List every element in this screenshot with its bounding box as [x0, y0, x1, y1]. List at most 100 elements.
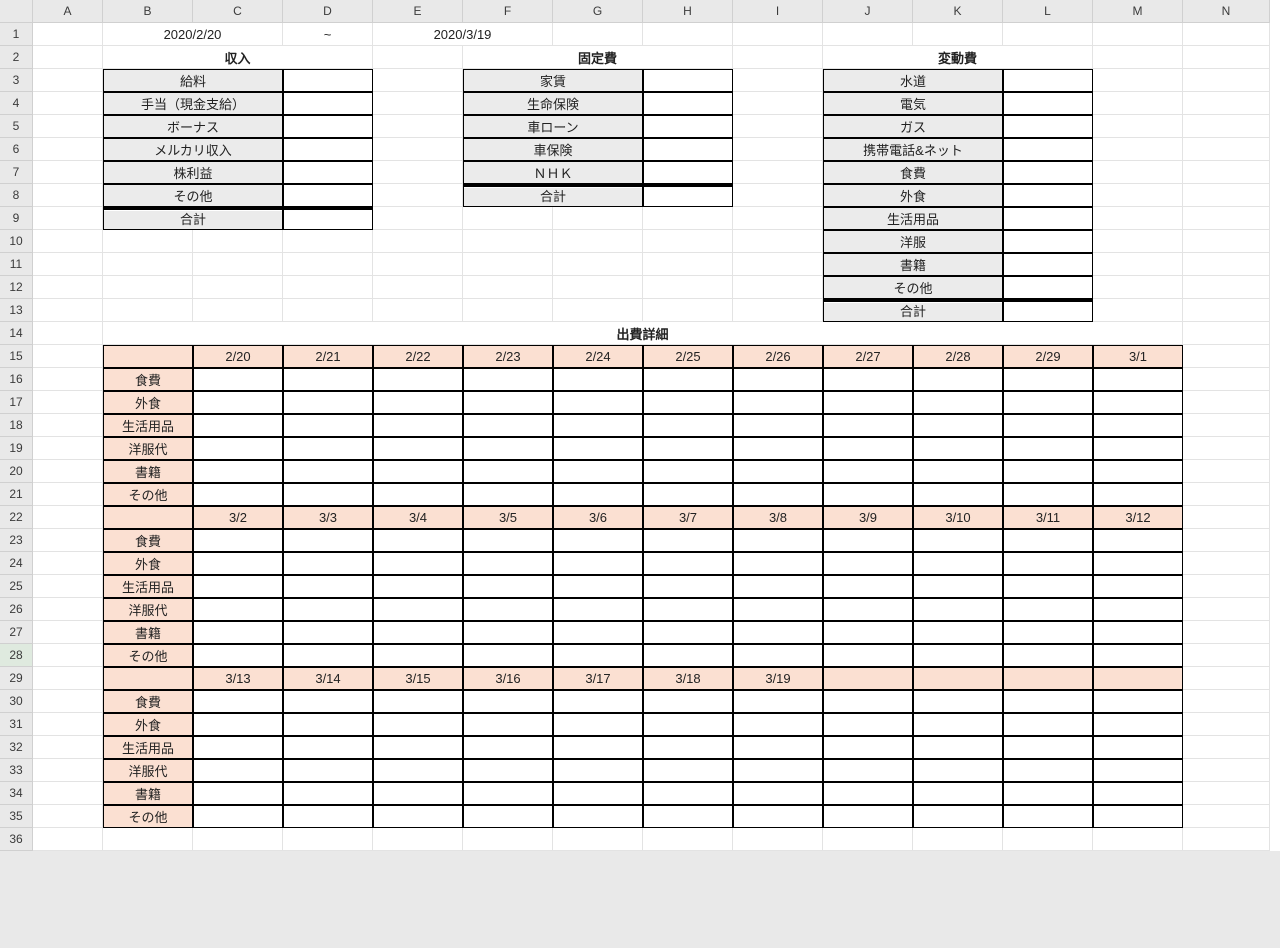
cell[interactable]: [1183, 368, 1270, 391]
detail-cell[interactable]: [823, 460, 913, 483]
cell[interactable]: [33, 230, 103, 253]
cell[interactable]: [1183, 529, 1270, 552]
cell[interactable]: [1003, 828, 1093, 851]
detail-cell[interactable]: [643, 460, 733, 483]
row-header[interactable]: 24: [0, 552, 33, 575]
detail-cell[interactable]: [823, 736, 913, 759]
detail-cell[interactable]: [463, 368, 553, 391]
detail-cell[interactable]: [193, 391, 283, 414]
detail-cell[interactable]: [643, 368, 733, 391]
detail-cell[interactable]: [913, 575, 1003, 598]
detail-cell[interactable]: [913, 644, 1003, 667]
cell[interactable]: [1093, 253, 1183, 276]
variable-row-label[interactable]: 水道: [823, 69, 1003, 92]
detail-cell[interactable]: [1003, 529, 1093, 552]
cell[interactable]: [733, 69, 823, 92]
detail-cell[interactable]: [823, 368, 913, 391]
variable-row-value[interactable]: [1003, 207, 1093, 230]
detail-cell[interactable]: [553, 644, 643, 667]
detail-cell[interactable]: [553, 460, 643, 483]
cell[interactable]: [1093, 276, 1183, 299]
detail-date[interactable]: 3/12: [1093, 506, 1183, 529]
cell[interactable]: [733, 184, 823, 207]
row-header[interactable]: 13: [0, 299, 33, 322]
detail-date[interactable]: 2/29: [1003, 345, 1093, 368]
detail-date[interactable]: 3/9: [823, 506, 913, 529]
cell[interactable]: [823, 23, 913, 46]
detail-cell[interactable]: [913, 460, 1003, 483]
cell[interactable]: [733, 230, 823, 253]
detail-cell[interactable]: [373, 759, 463, 782]
cell[interactable]: [733, 207, 823, 230]
row-header[interactable]: 18: [0, 414, 33, 437]
detail-cell[interactable]: [733, 437, 823, 460]
fixed-total-label[interactable]: 合計: [463, 184, 643, 207]
cell[interactable]: [1093, 207, 1183, 230]
variable-row-value[interactable]: [1003, 69, 1093, 92]
cell[interactable]: [1003, 23, 1093, 46]
detail-cell[interactable]: [283, 805, 373, 828]
detail-cell[interactable]: [823, 690, 913, 713]
cell[interactable]: [33, 782, 103, 805]
detail-date[interactable]: 3/15: [373, 667, 463, 690]
detail-date[interactable]: 3/16: [463, 667, 553, 690]
detail-category[interactable]: その他: [103, 805, 193, 828]
detail-cell[interactable]: [643, 644, 733, 667]
detail-cell[interactable]: [373, 713, 463, 736]
detail-cell[interactable]: [1093, 529, 1183, 552]
income-row-label[interactable]: 手当（現金支給）: [103, 92, 283, 115]
cell[interactable]: [373, 138, 463, 161]
cell[interactable]: [1093, 299, 1183, 322]
row-header[interactable]: 29: [0, 667, 33, 690]
cell[interactable]: [1183, 345, 1270, 368]
cell[interactable]: [643, 23, 733, 46]
detail-cell[interactable]: [733, 782, 823, 805]
detail-cell[interactable]: [1003, 552, 1093, 575]
detail-cell[interactable]: [373, 552, 463, 575]
variable-row-label[interactable]: 食費: [823, 161, 1003, 184]
cell[interactable]: [33, 828, 103, 851]
variable-row-label[interactable]: 電気: [823, 92, 1003, 115]
detail-cell[interactable]: [283, 713, 373, 736]
income-row-label[interactable]: その他: [103, 184, 283, 207]
column-header[interactable]: L: [1003, 0, 1093, 23]
income-row-label[interactable]: メルカリ収入: [103, 138, 283, 161]
detail-cell[interactable]: [553, 368, 643, 391]
row-header[interactable]: 11: [0, 253, 33, 276]
cell[interactable]: [193, 253, 283, 276]
detail-cell[interactable]: [913, 759, 1003, 782]
cell[interactable]: [1183, 276, 1270, 299]
detail-cell[interactable]: [1003, 621, 1093, 644]
detail-cell[interactable]: [913, 414, 1003, 437]
cell[interactable]: [33, 759, 103, 782]
detail-cell[interactable]: [733, 552, 823, 575]
row-header[interactable]: 19: [0, 437, 33, 460]
cell[interactable]: [823, 828, 913, 851]
variable-row-value[interactable]: [1003, 138, 1093, 161]
cell[interactable]: [1183, 713, 1270, 736]
row-header[interactable]: 26: [0, 598, 33, 621]
cell[interactable]: [1183, 161, 1270, 184]
detail-cell[interactable]: [193, 805, 283, 828]
cell[interactable]: [193, 828, 283, 851]
cell[interactable]: [33, 391, 103, 414]
detail-cell[interactable]: [913, 437, 1003, 460]
detail-date[interactable]: 3/11: [1003, 506, 1093, 529]
cell[interactable]: [1093, 828, 1183, 851]
cell[interactable]: [643, 276, 733, 299]
variable-row-value[interactable]: [1003, 161, 1093, 184]
cell[interactable]: [33, 368, 103, 391]
fixed-row-value[interactable]: [643, 69, 733, 92]
detail-cell[interactable]: [463, 736, 553, 759]
cell[interactable]: [33, 598, 103, 621]
detail-cell[interactable]: [553, 529, 643, 552]
detail-cell[interactable]: [283, 414, 373, 437]
cell[interactable]: [33, 644, 103, 667]
cell[interactable]: [1183, 437, 1270, 460]
detail-cell[interactable]: [373, 437, 463, 460]
detail-cell[interactable]: [553, 713, 643, 736]
detail-cell[interactable]: [1003, 368, 1093, 391]
detail-cell[interactable]: [643, 414, 733, 437]
cell[interactable]: [283, 276, 373, 299]
detail-cell[interactable]: [733, 391, 823, 414]
